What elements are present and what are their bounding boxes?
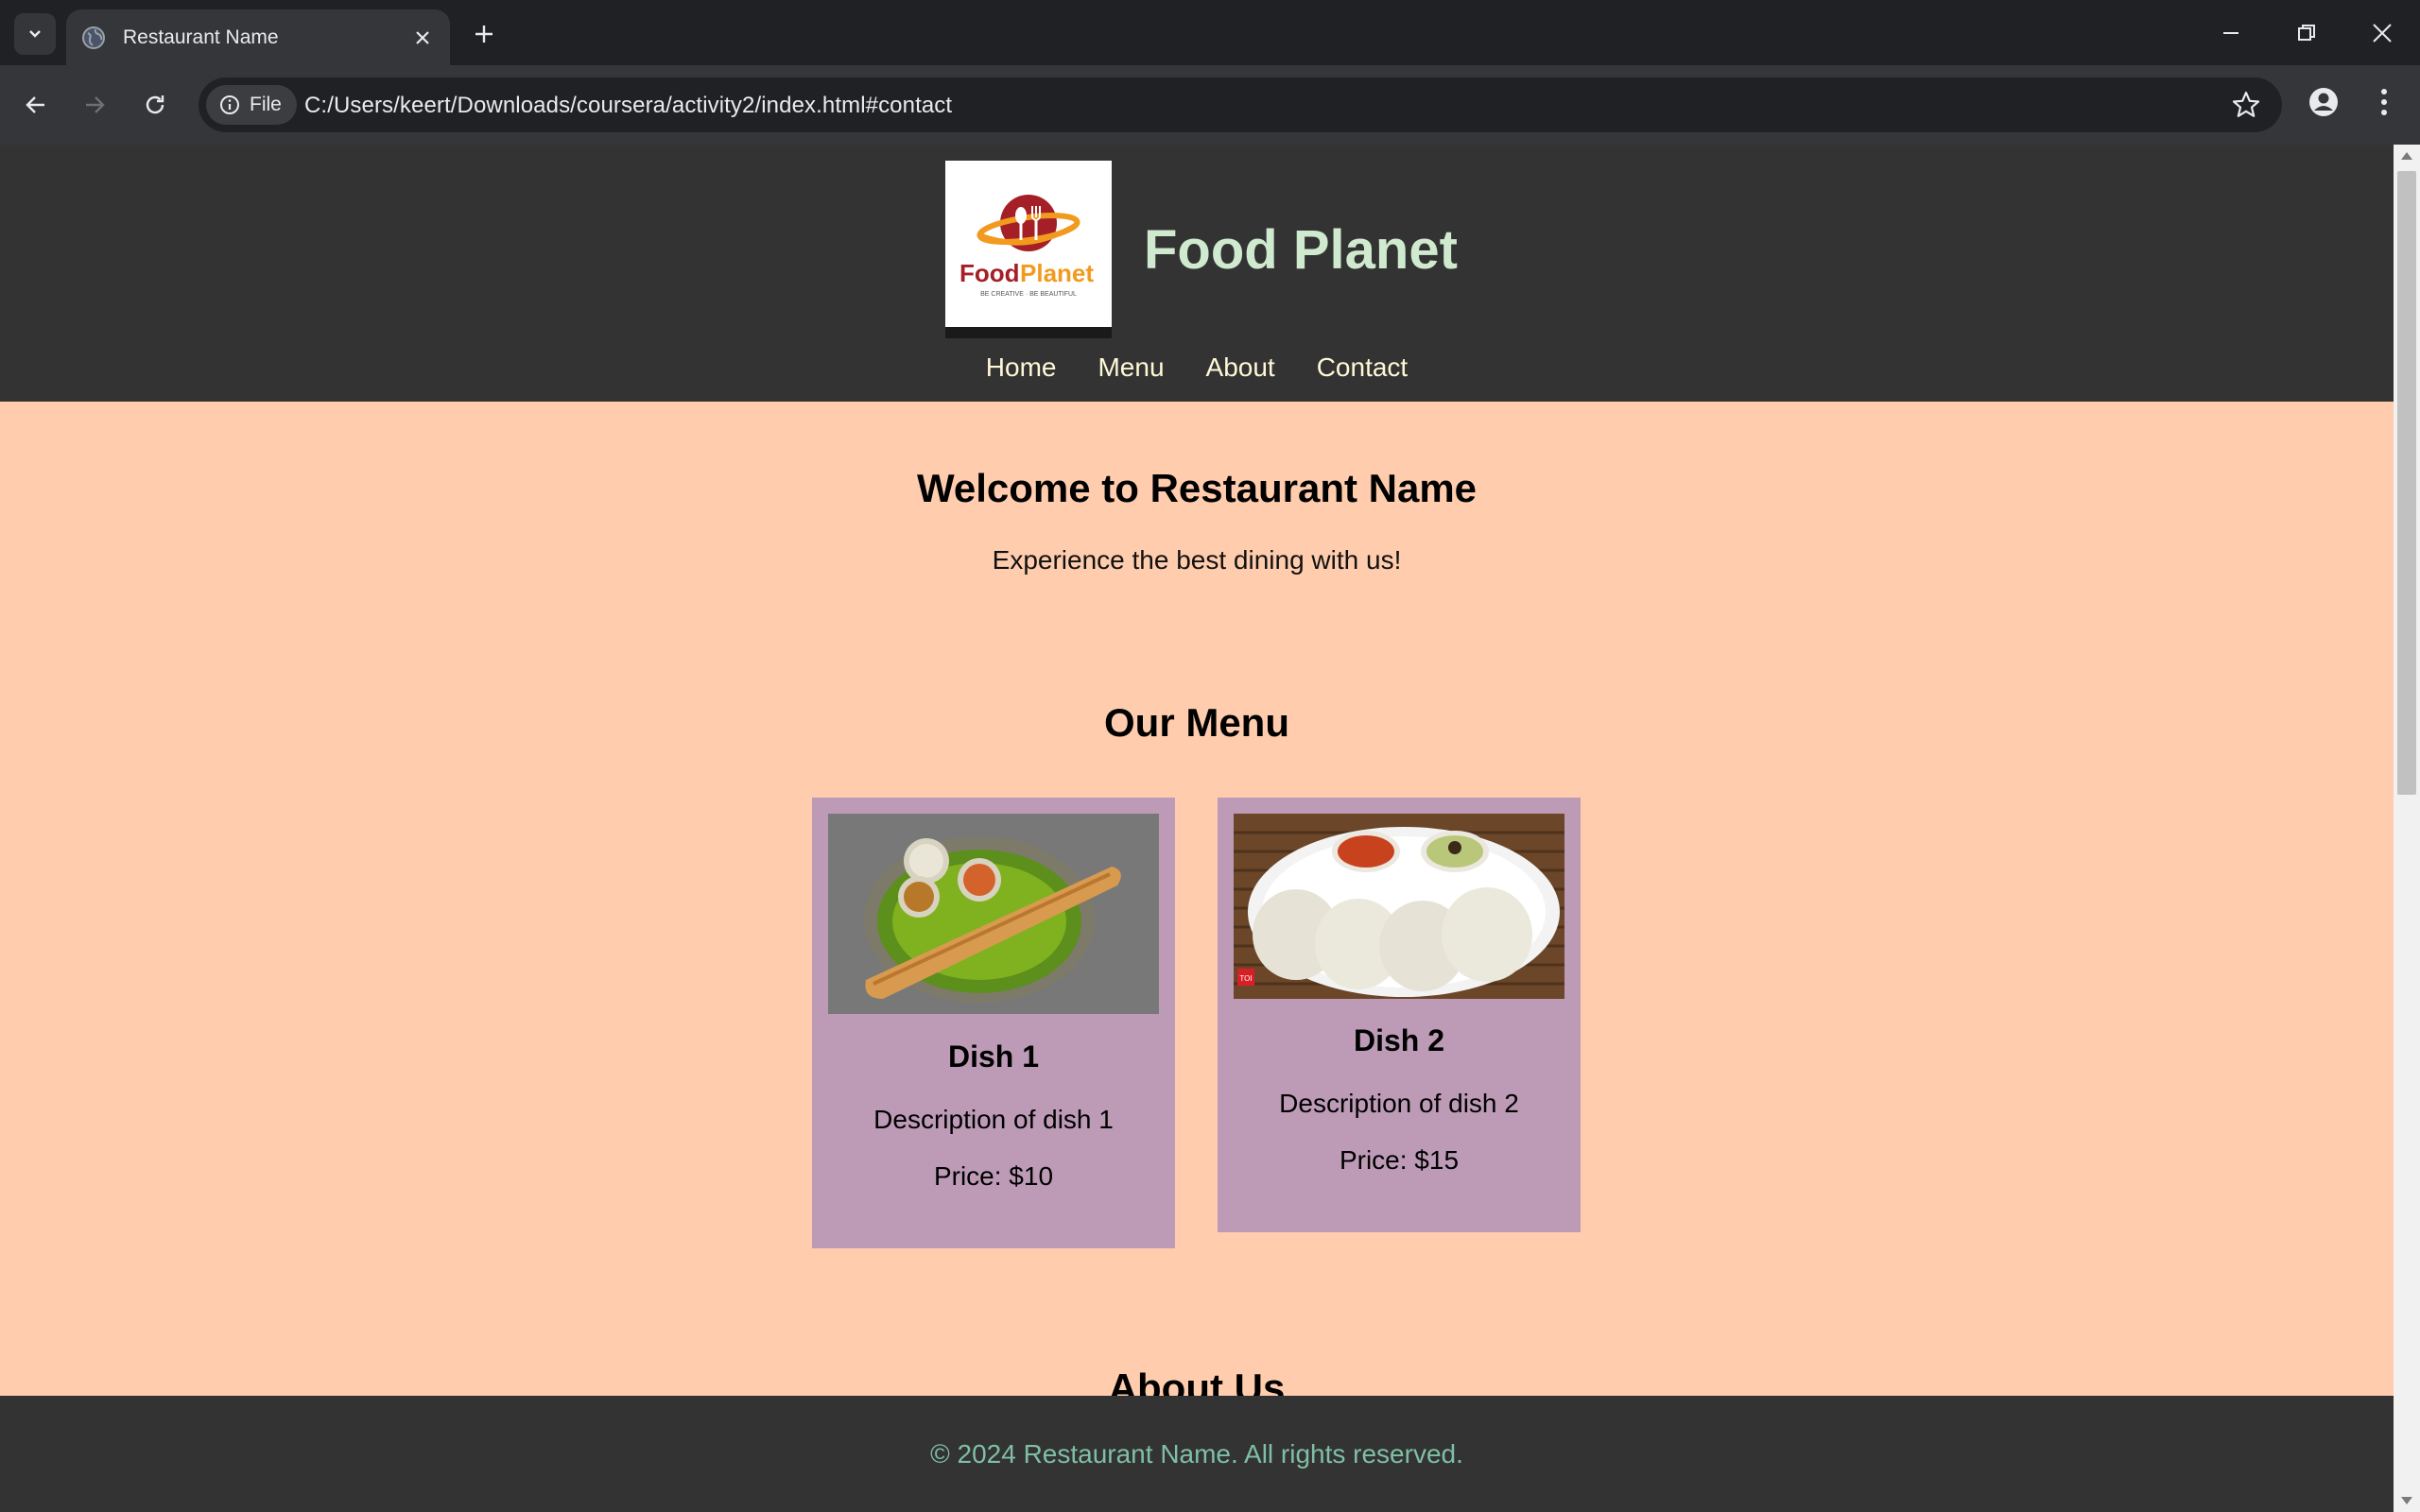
minimize-button[interactable] [2193, 0, 2269, 65]
nav-link-contact[interactable]: Contact [1317, 352, 1409, 383]
main-nav: Home Menu About Contact [0, 352, 2394, 383]
vertical-scrollbar[interactable] [2394, 145, 2420, 1512]
site-logo[interactable]: Food Planet BE CREATIVE · BE BEAUTIFUL [945, 161, 1112, 338]
tab-close-button[interactable] [408, 24, 437, 52]
more-options-icon[interactable] [2369, 83, 2399, 121]
address-bar[interactable]: File C:/Users/keert/Downloads/coursera/a… [199, 77, 2282, 132]
bookmark-star-icon[interactable] [2231, 90, 2261, 120]
browser-toolbar: File C:/Users/keert/Downloads/coursera/a… [0, 65, 2420, 145]
profile-icon[interactable] [2305, 83, 2342, 121]
scroll-up-button[interactable] [2394, 145, 2420, 167]
nav-link-home[interactable]: Home [986, 352, 1057, 383]
forward-button[interactable] [74, 84, 115, 126]
info-icon [220, 95, 239, 114]
site-title: Food Planet [1144, 219, 1458, 281]
tab-title: Restaurant Name [123, 26, 279, 48]
site-info-chip[interactable]: File [206, 85, 297, 125]
menu-card: Dish 1 Description of dish 1 Price: $10 [812, 798, 1175, 1248]
welcome-heading: Welcome to Restaurant Name [916, 466, 1478, 510]
site-info-label: File [250, 94, 282, 115]
nav-link-about[interactable]: About [1206, 352, 1275, 383]
dish-description: Description of dish 1 [873, 1105, 1114, 1134]
site-footer: © 2024 Restaurant Name. All rights reser… [0, 1396, 2394, 1512]
page-viewport: Food Planet BE CREATIVE · BE BEAUTIFUL F… [0, 145, 2394, 1512]
idli-image: TOI [1234, 814, 1564, 999]
tab-strip: Restaurant Name [0, 0, 2420, 65]
scrollbar-thumb[interactable] [2397, 171, 2416, 795]
close-icon [416, 30, 429, 44]
dish-description: Description of dish 2 [1279, 1089, 1519, 1118]
browser-tab[interactable]: Restaurant Name [66, 9, 450, 65]
triangle-up-icon [2401, 152, 2412, 160]
new-tab-button[interactable] [467, 17, 501, 51]
restore-icon [2298, 24, 2315, 41]
nav-link-menu[interactable]: Menu [1098, 352, 1164, 383]
triangle-down-icon [2401, 1497, 2412, 1504]
menu-card: TOI Dish 2 Description of dish 2 Price: … [1218, 798, 1581, 1232]
site-header: Food Planet BE CREATIVE · BE BEAUTIFUL F… [0, 145, 2394, 402]
dish-price: Price: $15 [1339, 1145, 1460, 1175]
chevron-down-icon [29, 30, 41, 38]
logo-text-food: Food [959, 259, 1020, 287]
close-window-button[interactable] [2344, 0, 2420, 65]
logo-text-planet: Planet [1020, 259, 1094, 287]
dosa-image [828, 814, 1159, 1014]
arrow-right-icon [86, 96, 105, 113]
svg-text:TOI: TOI [1239, 974, 1252, 983]
logo-tagline: BE CREATIVE · BE BEAUTIFUL [980, 291, 1077, 298]
restore-button[interactable] [2269, 0, 2344, 65]
globe-icon [82, 26, 105, 49]
menu-heading: Our Menu [1104, 700, 1289, 745]
planet-logo-icon: Food Planet BE CREATIVE · BE BEAUTIFUL [945, 161, 1112, 338]
welcome-subheading: Experience the best dining with us! [992, 545, 1402, 575]
tab-search-button[interactable] [14, 13, 56, 55]
arrow-left-icon [26, 96, 44, 113]
dish-price: Price: $10 [933, 1161, 1054, 1191]
reload-button[interactable] [134, 84, 176, 126]
scroll-down-button[interactable] [2394, 1489, 2420, 1512]
dish-name: Dish 1 [947, 1040, 1040, 1074]
close-icon [2373, 23, 2392, 43]
plus-icon [475, 26, 493, 43]
back-button[interactable] [15, 84, 57, 126]
reload-icon [146, 95, 164, 114]
footer-copyright: © 2024 Restaurant Name. All rights reser… [930, 1439, 1463, 1469]
url-text[interactable]: C:/Users/keert/Downloads/coursera/activi… [304, 93, 952, 119]
minimize-icon [2223, 31, 2238, 34]
dish-name: Dish 2 [1353, 1023, 1445, 1057]
